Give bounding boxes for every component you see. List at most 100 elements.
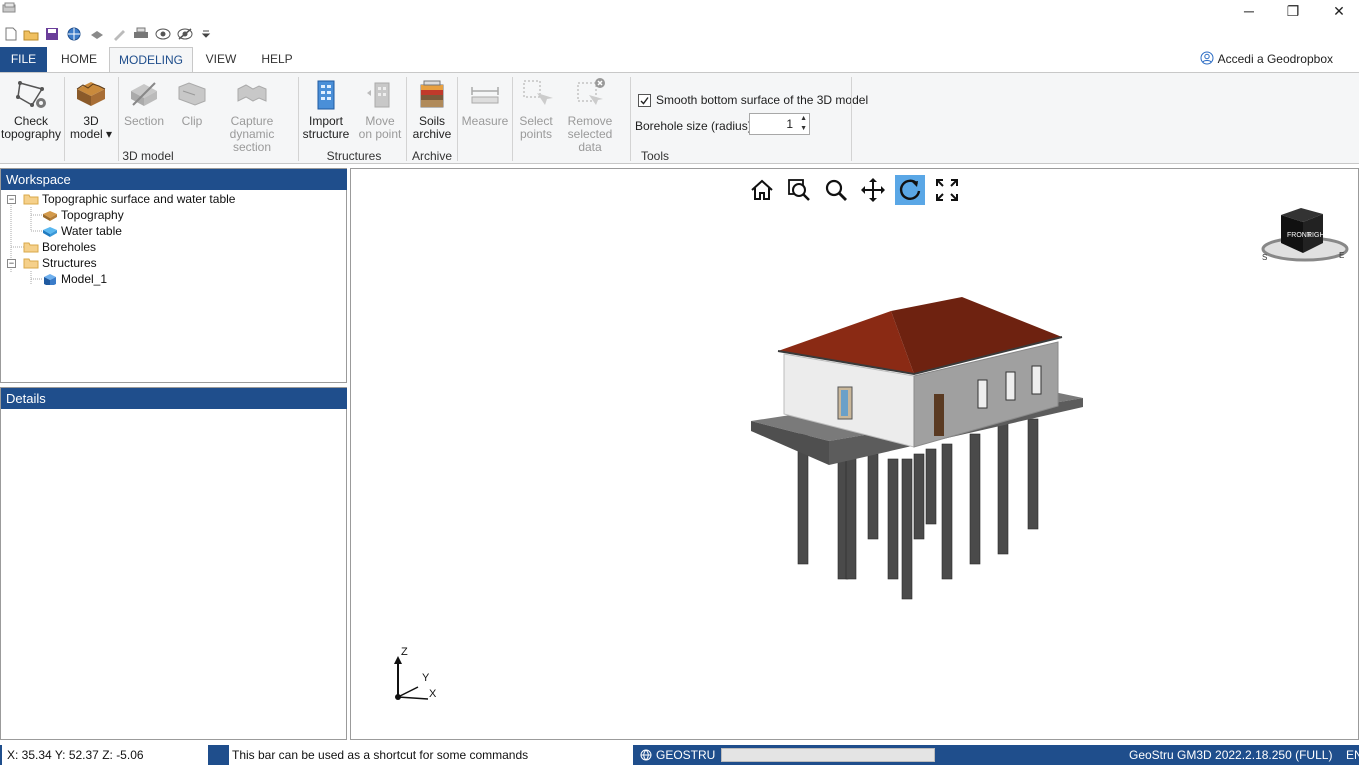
ribbon-separator bbox=[406, 77, 407, 161]
measure-button[interactable]: Measure bbox=[462, 77, 508, 128]
folder-icon bbox=[23, 242, 39, 253]
smooth-bottom-checkbox[interactable] bbox=[638, 93, 651, 107]
eye-hidden-icon[interactable] bbox=[177, 26, 193, 42]
title-bar: ─ ❐ ✕ bbox=[0, 0, 1359, 46]
topography-icon bbox=[43, 211, 57, 221]
command-bar[interactable]: This bar can be used as a shortcut for s… bbox=[229, 745, 633, 765]
tree-item-topography[interactable]: Topography bbox=[42, 207, 124, 223]
tab-home[interactable]: HOME bbox=[52, 47, 106, 72]
tab-help[interactable]: HELP bbox=[252, 47, 302, 72]
rotate-icon bbox=[899, 179, 921, 200]
remove-selection-icon bbox=[573, 77, 607, 111]
cube-right-label: RIGHT bbox=[1307, 232, 1330, 239]
tree-item-model-1[interactable]: Model_1 bbox=[42, 271, 107, 287]
close-button[interactable]: ✕ bbox=[1316, 0, 1359, 22]
tab-file[interactable]: FILE bbox=[0, 47, 47, 72]
stepper-up-icon[interactable]: ▲ bbox=[800, 115, 807, 122]
water-table-icon bbox=[43, 227, 57, 237]
tree-item-label: Boreholes bbox=[42, 240, 97, 254]
borehole-size-label: Borehole size (radius) m bbox=[635, 119, 766, 133]
measure-label: Measure bbox=[461, 114, 509, 128]
tab-view[interactable]: VIEW bbox=[196, 47, 246, 72]
fullscreen-button[interactable] bbox=[932, 175, 962, 205]
stepper-down-icon[interactable]: ▼ bbox=[800, 125, 807, 132]
fullscreen-icon bbox=[936, 179, 958, 201]
section-button[interactable]: Section bbox=[121, 77, 167, 128]
smooth-bottom-option[interactable]: Smooth bottom surface of the 3D model bbox=[638, 93, 868, 107]
3d-model-label-2: model ▾ bbox=[69, 127, 113, 141]
import-structure-label-2: structure bbox=[302, 127, 350, 141]
soils-archive-icon bbox=[415, 77, 449, 111]
layers-icon[interactable] bbox=[89, 26, 105, 42]
dropdown-arrow-icon[interactable] bbox=[200, 26, 212, 42]
axis-triad: Z Y X bbox=[389, 645, 441, 705]
language-indicator[interactable]: EN bbox=[1346, 745, 1359, 765]
tab-modeling[interactable]: MODELING bbox=[109, 47, 193, 72]
tree-item-label: Topographic surface and water table bbox=[42, 192, 236, 206]
save-icon[interactable] bbox=[44, 26, 60, 42]
checkmark-icon bbox=[640, 96, 649, 105]
ribbon-separator bbox=[64, 77, 65, 161]
ruler-icon bbox=[468, 77, 502, 111]
3d-viewport[interactable]: FRONT RIGHT S E Z Y X bbox=[350, 168, 1359, 740]
rotate-button[interactable] bbox=[895, 175, 925, 205]
clip-button[interactable]: Clip bbox=[170, 77, 214, 128]
clip-icon bbox=[175, 77, 209, 111]
3d-model-button[interactable]: 3D model ▾ bbox=[68, 77, 114, 141]
geostru-link[interactable]: GEOSTRU bbox=[640, 745, 720, 765]
import-structure-button[interactable]: Import structure bbox=[303, 77, 349, 141]
borehole-size-value[interactable]: 1 bbox=[786, 117, 793, 131]
zoom-button[interactable] bbox=[821, 175, 851, 205]
move-on-point-button[interactable]: Move on point bbox=[356, 77, 404, 141]
tree-collapse-icon[interactable]: − bbox=[7, 259, 16, 268]
tree-item-boreholes[interactable]: Boreholes bbox=[23, 239, 96, 255]
workspace-title: Workspace bbox=[1, 169, 347, 190]
clip-label: Clip bbox=[181, 114, 203, 128]
pan-icon bbox=[861, 178, 885, 202]
section-label: Section bbox=[123, 114, 165, 128]
ribbon-panel: Check topography 3D model ▾ Section Clip… bbox=[0, 72, 1359, 164]
tree-collapse-icon[interactable]: − bbox=[7, 195, 16, 204]
tree-item-water-table[interactable]: Water table bbox=[42, 223, 122, 239]
3d-model-icon bbox=[74, 77, 108, 111]
account-link[interactable]: Accedi a Geodropbox bbox=[1200, 50, 1333, 68]
soils-archive-label-2: archive bbox=[412, 127, 452, 141]
zoom-window-button[interactable] bbox=[784, 175, 814, 205]
capture-section-icon bbox=[235, 77, 269, 111]
borehole-size-stepper[interactable]: 1 ▲ ▼ bbox=[749, 113, 810, 135]
group-label-structures: Structures bbox=[326, 149, 382, 163]
select-points-button[interactable]: Select points bbox=[516, 77, 556, 141]
tree-item-label: Model_1 bbox=[61, 272, 108, 286]
ribbon-separator bbox=[298, 77, 299, 161]
minimize-button[interactable]: ─ bbox=[1226, 0, 1272, 22]
check-topography-button[interactable]: Check topography bbox=[1, 77, 61, 141]
ribbon-separator bbox=[457, 77, 458, 161]
geostru-label: GEOSTRU bbox=[656, 748, 716, 762]
tree-item-structures[interactable]: Structures bbox=[23, 255, 97, 271]
building-model[interactable] bbox=[746, 294, 1106, 614]
print-icon[interactable] bbox=[133, 26, 149, 42]
capture-dynamic-section-button[interactable]: Capture dynamic section bbox=[212, 77, 292, 154]
web-icon[interactable] bbox=[66, 26, 82, 42]
progress-bar bbox=[721, 748, 935, 762]
maximize-button[interactable]: ❐ bbox=[1270, 0, 1316, 22]
pen-icon[interactable] bbox=[111, 26, 127, 42]
home-view-button[interactable] bbox=[747, 175, 777, 205]
model-cube-icon bbox=[44, 274, 56, 285]
pan-button[interactable] bbox=[858, 175, 888, 205]
navigation-cube[interactable]: FRONT RIGHT S E bbox=[1259, 203, 1351, 265]
globe-icon bbox=[640, 749, 652, 761]
group-label-archive: Archive bbox=[411, 149, 452, 163]
capture-label-2: dynamic section bbox=[229, 127, 275, 154]
new-file-icon[interactable] bbox=[3, 26, 19, 42]
axis-x-label: X bbox=[429, 688, 437, 700]
eye-icon[interactable] bbox=[155, 26, 171, 42]
tree-item-topographic-surface[interactable]: Topographic surface and water table bbox=[23, 191, 235, 207]
axis-y-label: Y bbox=[422, 672, 430, 684]
folder-icon bbox=[23, 194, 39, 205]
open-folder-icon[interactable] bbox=[23, 26, 39, 42]
remove-selected-data-button[interactable]: Remove selected data bbox=[556, 77, 624, 154]
tree-item-label: Structures bbox=[42, 256, 97, 270]
select-points-icon bbox=[519, 77, 553, 111]
soils-archive-button[interactable]: Soils archive bbox=[410, 77, 454, 141]
